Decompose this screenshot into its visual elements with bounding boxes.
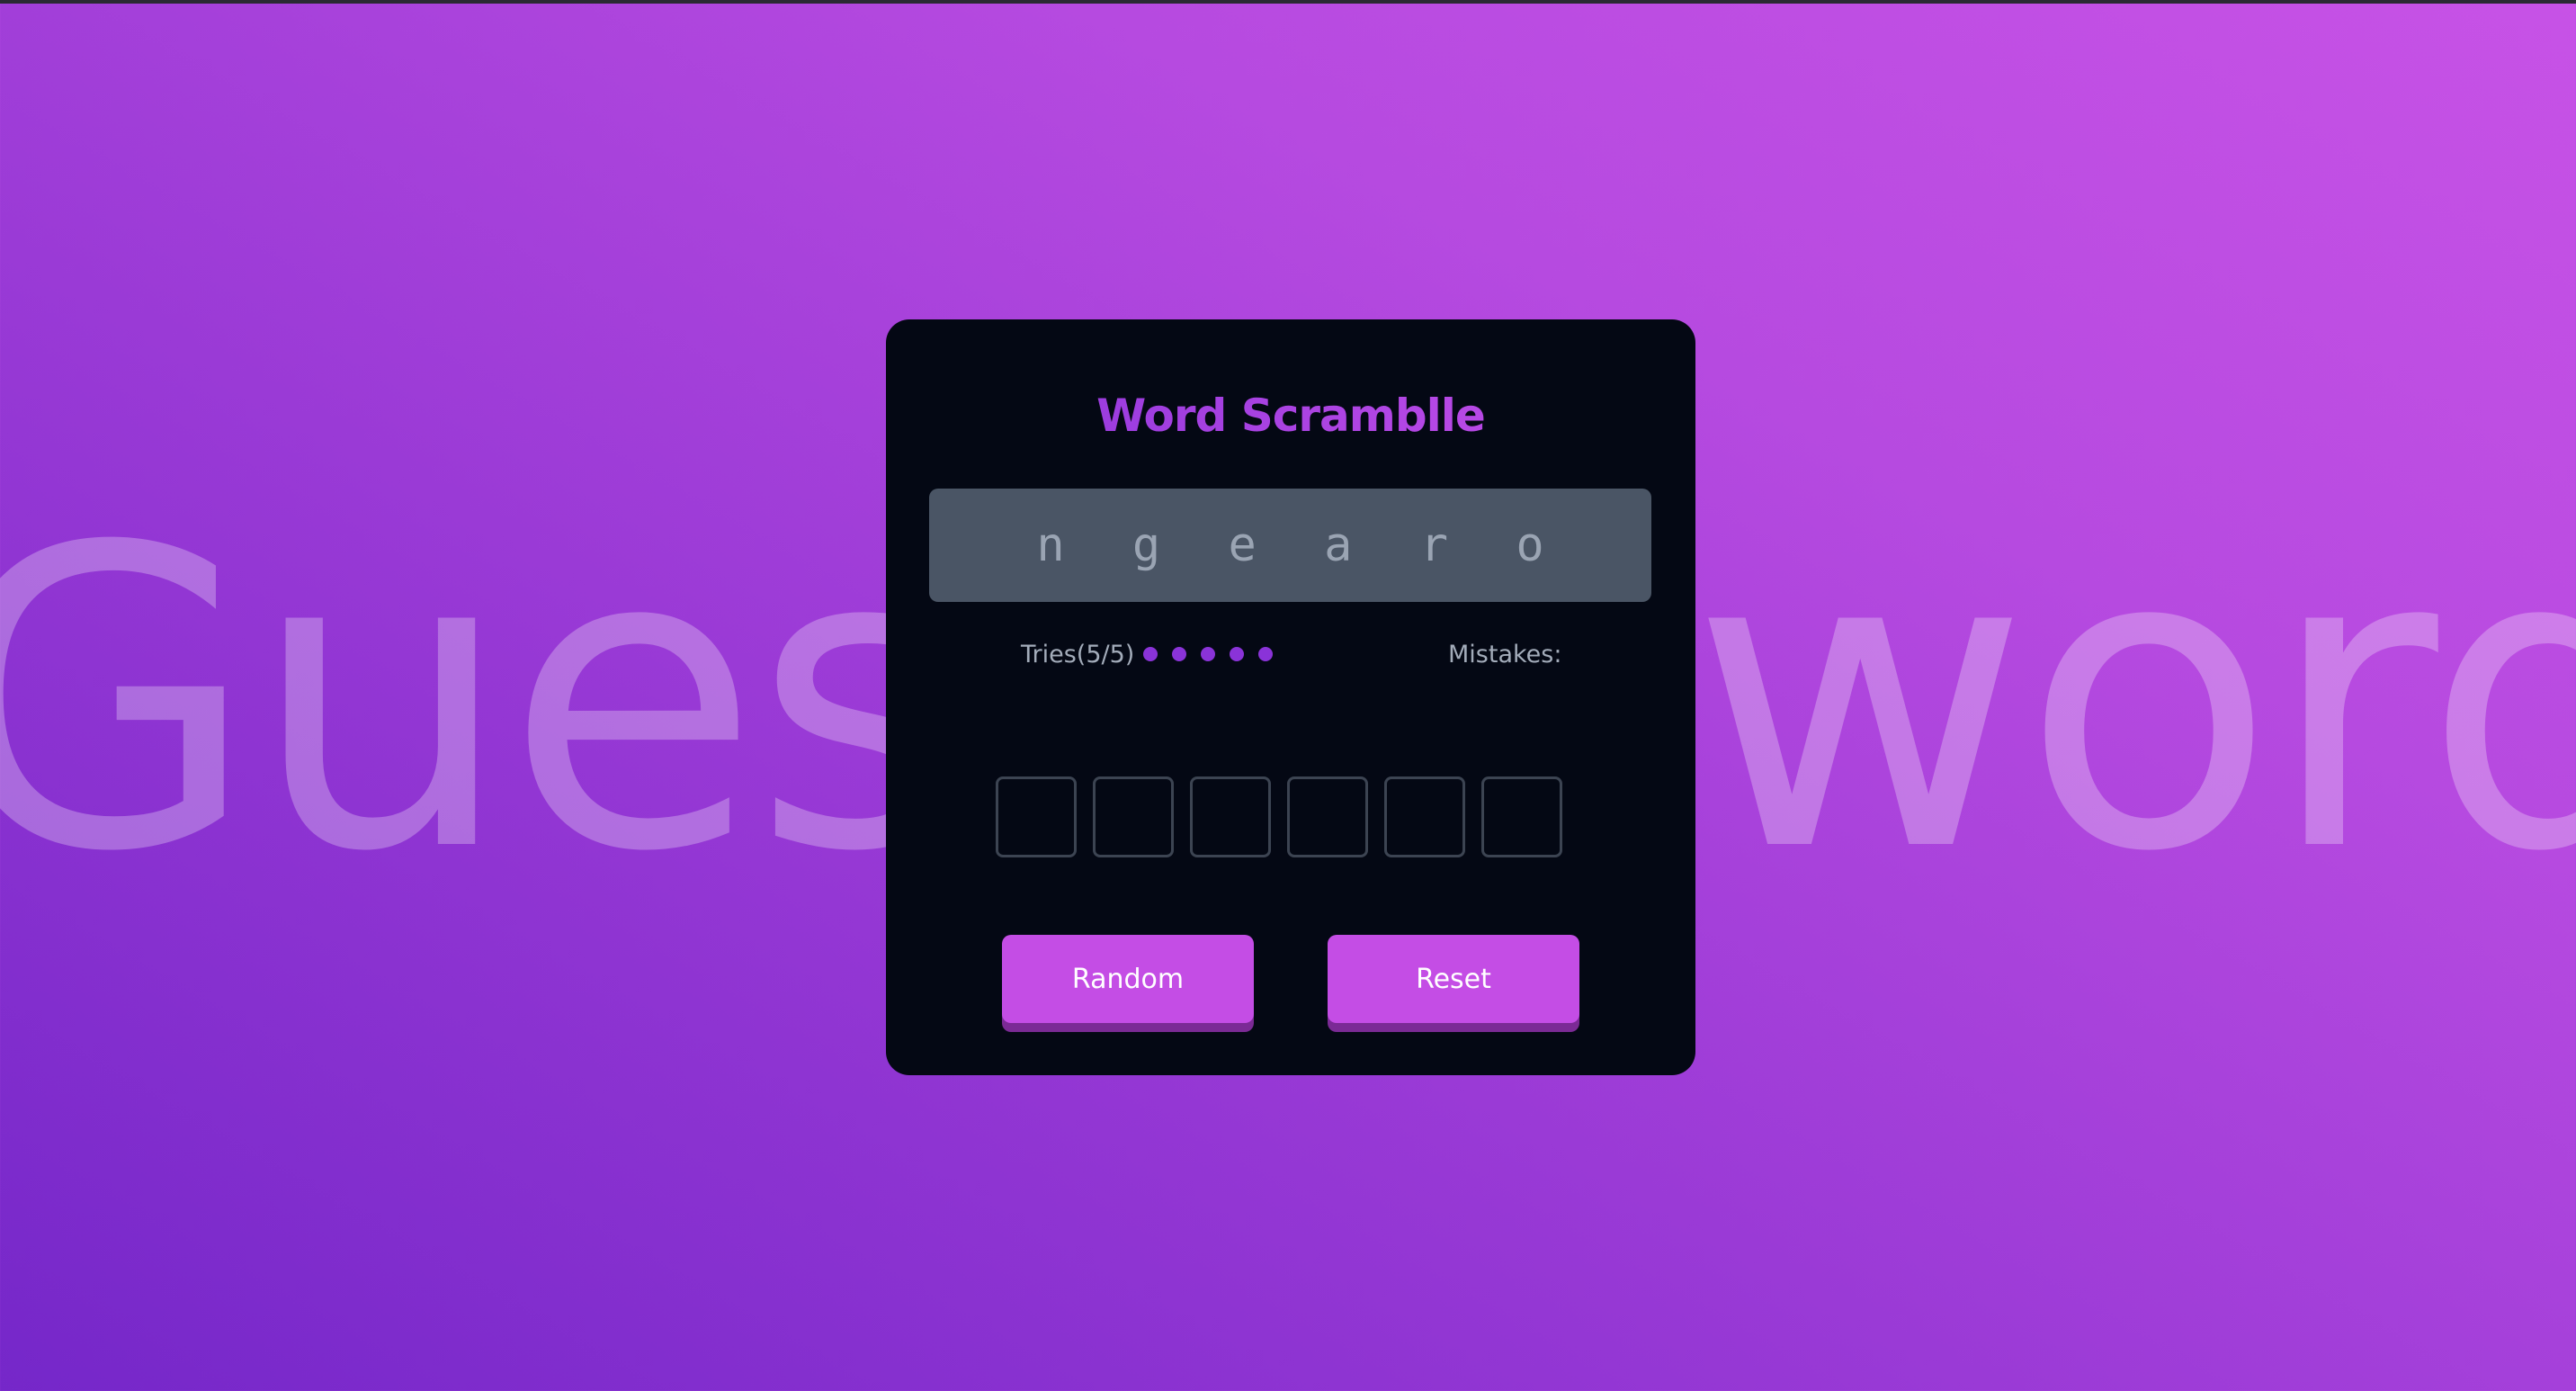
reset-button[interactable]: Reset — [1328, 935, 1579, 1023]
background-word-word: word — [1691, 461, 2576, 942]
game-card: Word Scramblle n g e a r o Tries(5/5) Mi… — [886, 319, 1695, 1075]
scrambled-word-box: n g e a r o — [929, 489, 1651, 602]
tries-indicator: Tries(5/5) — [1021, 636, 1287, 672]
tries-label: Tries(5/5) — [1021, 640, 1135, 669]
try-dot — [1172, 647, 1187, 661]
letter-input[interactable] — [1384, 776, 1465, 857]
letter-input[interactable] — [1190, 776, 1271, 857]
mistakes-label: Mistakes: — [1448, 640, 1562, 669]
game-title: Word Scramblle — [886, 390, 1695, 442]
try-dot — [1258, 647, 1274, 661]
letter-input[interactable] — [1481, 776, 1562, 857]
try-dot — [1201, 647, 1216, 661]
top-border — [0, 0, 2576, 4]
try-dot — [1230, 647, 1245, 661]
mistakes-indicator: Mistakes: — [1448, 636, 1561, 672]
try-dot — [1143, 647, 1158, 661]
scrambled-word: n g e a r o — [1036, 518, 1564, 572]
letter-input-row — [996, 776, 1562, 857]
random-button[interactable]: Random — [1002, 935, 1254, 1023]
letter-input[interactable] — [996, 776, 1077, 857]
tries-dots — [1143, 647, 1287, 661]
status-row: Tries(5/5) Mistakes: — [886, 636, 1695, 672]
letter-input[interactable] — [1287, 776, 1368, 857]
letter-input[interactable] — [1093, 776, 1174, 857]
